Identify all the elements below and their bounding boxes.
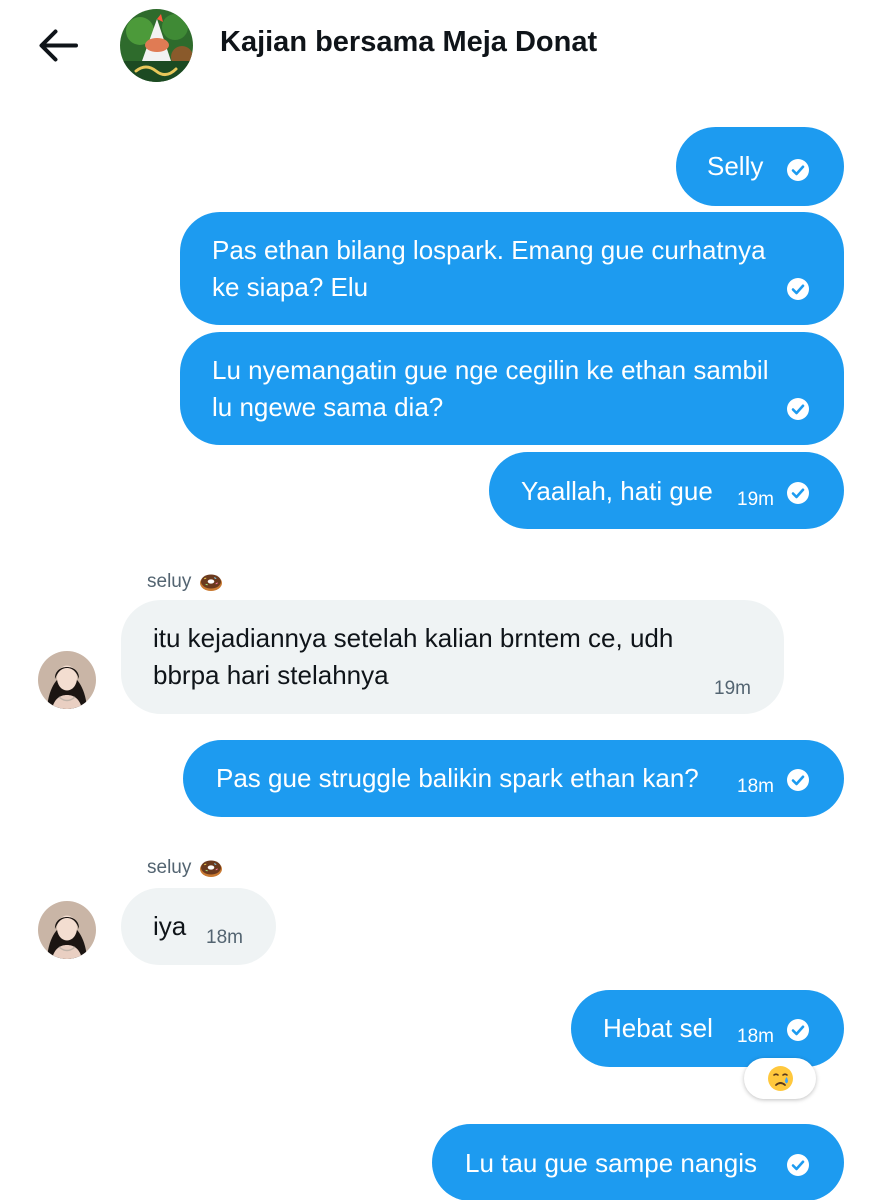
message-text: itu kejadiannya setelah kalian brntem ce… — [153, 623, 674, 653]
message-text: bbrpa hari stelahnya — [153, 660, 389, 690]
check-circle-icon — [786, 1018, 810, 1042]
arrow-left-icon — [39, 29, 78, 62]
check-circle-icon — [786, 277, 810, 301]
reaction-badge[interactable] — [744, 1058, 816, 1099]
message-timestamp: 19m — [714, 678, 751, 699]
donut-emoji — [199, 855, 223, 879]
message-timestamp: 19m — [737, 489, 774, 510]
back-button[interactable] — [34, 22, 82, 70]
check-circle-icon — [786, 397, 810, 421]
message-text: Yaallah, hati gue — [521, 476, 713, 506]
outgoing-message-bubble[interactable]: Lu tau gue sampe nangis — [432, 1124, 844, 1200]
outgoing-message-bubble[interactable]: Pas ethan bilang lospark. Emang gue curh… — [180, 212, 844, 325]
message-timestamp: 18m — [737, 776, 774, 797]
message-text: iya — [153, 911, 187, 941]
outgoing-message-bubble[interactable]: Yaallah, hati gue 19m — [489, 452, 844, 529]
sender-name: seluy — [147, 857, 192, 878]
avatar[interactable] — [38, 901, 96, 959]
message-text: lu ngewe sama dia? — [212, 392, 444, 422]
sender-name: seluy — [147, 571, 192, 592]
message-timestamp: 18m — [737, 1026, 774, 1047]
check-circle-icon — [786, 481, 810, 505]
donut-emoji — [199, 569, 223, 593]
check-circle-icon — [786, 158, 810, 182]
avatar[interactable] — [38, 651, 96, 709]
incoming-message-bubble[interactable]: itu kejadiannya setelah kalian brntem ce… — [121, 600, 784, 714]
check-circle-icon — [786, 1153, 810, 1177]
message-text: Lu tau gue sampe nangis — [465, 1148, 757, 1178]
check-circle-icon — [786, 768, 810, 792]
message-text: ke siapa? Elu — [212, 272, 369, 302]
outgoing-message-bubble[interactable]: Selly — [676, 127, 844, 206]
outgoing-message-bubble[interactable]: Pas gue struggle balikin spark ethan kan… — [183, 740, 844, 817]
message-text: Pas gue struggle balikin spark ethan kan… — [216, 763, 699, 793]
message-text: Lu nyemangatin gue nge cegilin ke ethan … — [212, 355, 769, 385]
outgoing-message-bubble[interactable]: Hebat sel 18m — [571, 990, 844, 1067]
outgoing-message-bubble[interactable]: Lu nyemangatin gue nge cegilin ke ethan … — [180, 332, 844, 445]
message-text: Pas ethan bilang lospark. Emang gue curh… — [212, 235, 766, 265]
message-text: Selly — [707, 151, 764, 181]
message-text: Hebat sel — [603, 1013, 713, 1043]
chat-title: Kajian bersama Meja Donat — [220, 26, 598, 58]
crying-face-emoji — [768, 1066, 793, 1091]
incoming-message-bubble[interactable]: iya 18m — [121, 888, 276, 965]
chat-header: Kajian bersama Meja Donat — [0, 0, 875, 96]
group-avatar[interactable] — [120, 9, 193, 82]
message-timestamp: 18m — [206, 927, 243, 948]
